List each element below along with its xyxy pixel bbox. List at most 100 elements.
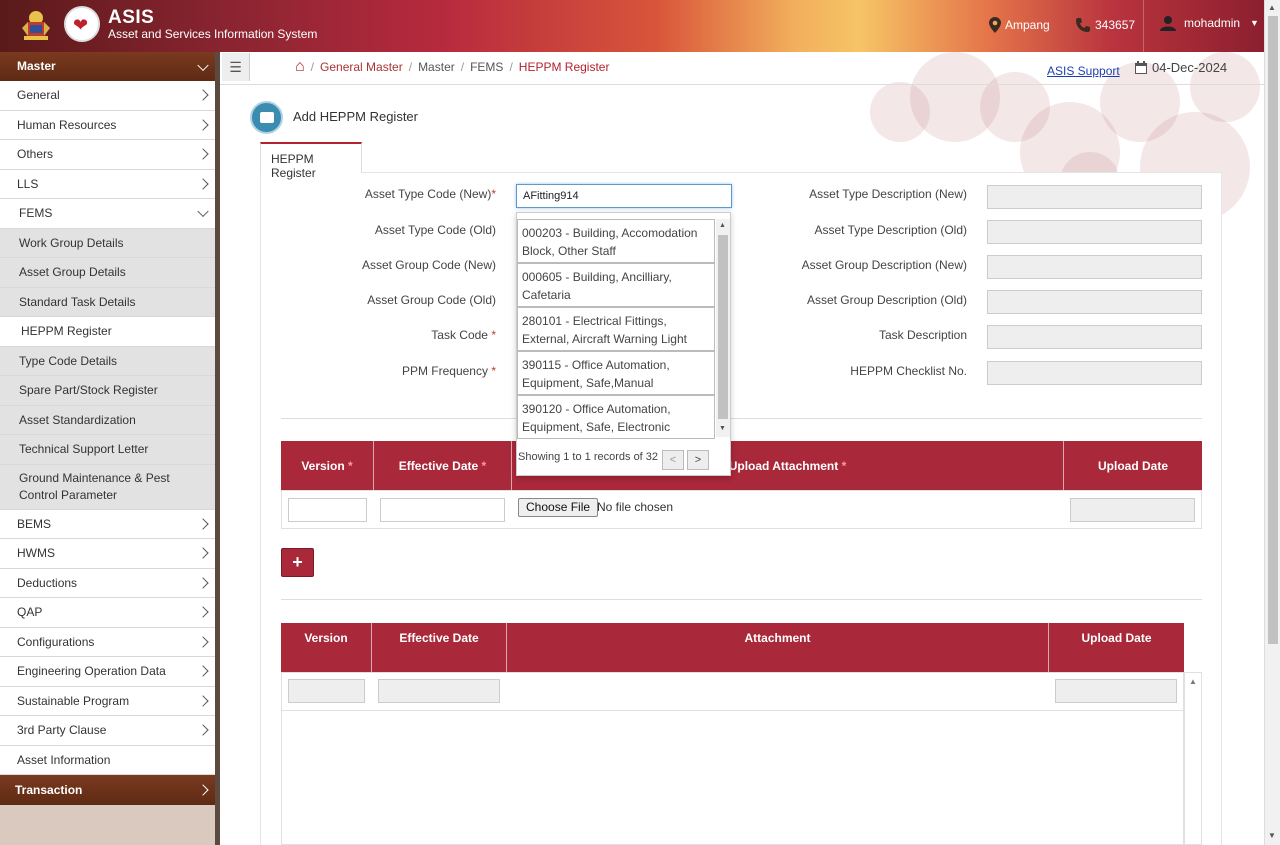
sidebar-item-human-resources[interactable]: Human Resources [0, 110, 219, 140]
brand-title: ASIS [108, 7, 155, 28]
sidebar-subitem-spare-part-stock-register[interactable]: Spare Part/Stock Register [0, 376, 219, 406]
dropdown-option[interactable]: 280101 - Electrical Fittings, External, … [517, 307, 715, 351]
version-input[interactable] [288, 498, 367, 522]
sidebar-item-3rd-party-clause[interactable]: 3rd Party Clause [0, 716, 219, 746]
current-date: 04-Dec-2024 [1134, 60, 1227, 75]
sidebar-subitem-ground-maintenance[interactable]: Ground Maintenance & Pest Control Parame… [0, 464, 219, 510]
asset-group-desc-new-label: Asset Group Description (New) [801, 258, 967, 272]
task-description-field [987, 325, 1202, 349]
sidebar-item-label: Engineering Operation Data [17, 664, 166, 679]
scroll-up-arrow-icon[interactable]: ▲ [719, 222, 726, 229]
tab-heppm-register[interactable]: HEPPM Register [260, 142, 362, 180]
sidebar-section-master[interactable]: Master [0, 52, 219, 81]
dropdown-option[interactable]: 390120 - Office Automation, Equipment, S… [517, 395, 715, 439]
phone-indicator[interactable]: 343657 [1075, 17, 1135, 33]
scroll-down-arrow-icon[interactable]: ▼ [719, 425, 726, 432]
sidebar-subitem-heppm-register[interactable]: HEPPM Register [0, 317, 219, 347]
table2-body [281, 711, 1184, 845]
menu-toggle-button[interactable]: ☰ [222, 53, 250, 81]
sidebar-footer-decoration [0, 805, 219, 845]
sidebar-subitem-label: Standard Task Details [19, 294, 136, 309]
asset-type-code-old-label: Asset Type Code (Old) [374, 223, 496, 237]
username: mohadmin [1184, 16, 1241, 30]
dropdown-option[interactable]: 000203 - Building, Accomodation Block, O… [517, 219, 715, 263]
sidebar-item-general[interactable]: General [0, 81, 219, 111]
ministry-logo: ❤ [64, 6, 100, 42]
sidebar-item-sustainable-program[interactable]: Sustainable Program [0, 686, 219, 716]
dropdown-option[interactable]: 000605 - Building, Ancilliary, Cafetaria [517, 263, 715, 307]
asset-type-desc-new-field [987, 185, 1202, 209]
sidebar-item-fems[interactable]: FEMS [0, 199, 219, 229]
sidebar-item-deductions[interactable]: Deductions [0, 568, 219, 598]
chevron-right-icon [197, 606, 209, 618]
sidebar-section-label: Transaction [15, 783, 83, 797]
table2-scrollbar[interactable]: ▲ [1184, 672, 1202, 845]
chevron-right-icon [197, 119, 209, 131]
location-indicator[interactable]: Ampang [989, 17, 1050, 33]
brand-subtitle: Asset and Services Information System [108, 27, 318, 41]
breadcrumb-master[interactable]: Master [418, 60, 455, 74]
header-divider [1143, 0, 1144, 52]
asis-support-link[interactable]: ASIS Support [1047, 64, 1120, 78]
sidebar-item-others[interactable]: Others [0, 140, 219, 170]
choose-file-button[interactable]: Choose File [518, 498, 599, 517]
chevron-right-icon [197, 784, 209, 796]
chevron-right-icon [197, 665, 209, 677]
asset-type-code-new-label: Asset Type Code (New)* [364, 187, 496, 201]
asset-type-code-new-input[interactable]: AFitting914 [516, 184, 732, 208]
asset-group-desc-new-field [987, 255, 1202, 279]
sidebar-subitem-label: Technical Support Letter [19, 442, 149, 457]
dropdown-scrollbar[interactable]: ▲ ▼ [716, 219, 730, 437]
breadcrumb-general-master[interactable]: General Master [320, 60, 403, 74]
sidebar: Master General Human Resources Others LL… [0, 52, 219, 845]
dropdown-option[interactable]: 390115 - Office Automation, Equipment, S… [517, 351, 715, 395]
sidebar-subitem-standard-task-details[interactable]: Standard Task Details [0, 287, 219, 317]
location-label: Ampang [1005, 18, 1050, 32]
sidebar-item-configurations[interactable]: Configurations [0, 627, 219, 657]
user-menu[interactable]: mohadmin ▼ [1160, 15, 1259, 31]
sidebar-item-hwms[interactable]: HWMS [0, 539, 219, 569]
prev-page-button[interactable]: < [662, 450, 684, 470]
sidebar-item-label: Sustainable Program [17, 693, 130, 708]
sidebar-item-engineering-operation-data[interactable]: Engineering Operation Data [0, 657, 219, 687]
sidebar-subitem-technical-support-letter[interactable]: Technical Support Letter [0, 435, 219, 465]
sidebar-subitem-work-group-details[interactable]: Work Group Details [0, 228, 219, 258]
file-status-text: No file chosen [597, 500, 674, 514]
home-icon[interactable]: ⌂ [295, 59, 305, 75]
caret-down-icon: ▼ [1250, 18, 1259, 28]
sidebar-item-bems[interactable]: BEMS [0, 509, 219, 539]
sidebar-item-label: QAP [17, 605, 43, 620]
next-page-button[interactable]: > [687, 450, 709, 470]
sidebar-border [215, 52, 220, 845]
sidebar-subitem-asset-group-details[interactable]: Asset Group Details [0, 258, 219, 288]
sidebar-item-qap[interactable]: QAP [0, 598, 219, 628]
page-scrollbar-thumb[interactable] [1268, 16, 1278, 644]
sidebar-subitem-label: Spare Part/Stock Register [19, 383, 158, 398]
section-divider [281, 599, 1202, 600]
breadcrumb-fems[interactable]: FEMS [470, 60, 503, 74]
col2-upload-date: Upload Date [1049, 623, 1184, 672]
page-scrollbar[interactable]: ▲ ▼ [1264, 0, 1280, 845]
dropdown-scrollbar-thumb[interactable] [718, 235, 728, 419]
sidebar-section-transaction[interactable]: Transaction [0, 775, 219, 805]
sidebar-subitem-asset-standardization[interactable]: Asset Standardization [0, 405, 219, 435]
chevron-right-icon [197, 695, 209, 707]
asset-group-desc-old-label: Asset Group Description (Old) [806, 293, 967, 307]
chevron-down-icon [197, 205, 209, 218]
chevron-right-icon [197, 148, 209, 160]
col2-effective-date: Effective Date [372, 623, 507, 672]
sidebar-subitem-label: Work Group Details [19, 235, 124, 250]
effective-date-input[interactable] [380, 498, 505, 522]
task-code-label: Task Code * [431, 328, 496, 342]
sidebar-subitem-type-code-details[interactable]: Type Code Details [0, 346, 219, 376]
sidebar-item-asset-information[interactable]: Asset Information [0, 745, 219, 775]
asset-group-code-old-label: Asset Group Code (Old) [367, 293, 496, 307]
sidebar-item-label: Configurations [17, 634, 95, 649]
scroll-down-arrow-icon[interactable]: ▼ [1268, 831, 1276, 840]
sidebar-item-lls[interactable]: LLS [0, 169, 219, 199]
scroll-up-arrow-icon[interactable]: ▲ [1268, 3, 1276, 12]
add-row-button[interactable]: + [281, 548, 314, 577]
chevron-down-icon [197, 59, 209, 71]
breadcrumb: ⌂ / General Master / Master / FEMS / HEP… [295, 58, 610, 75]
scroll-up-arrow-icon[interactable]: ▲ [1189, 677, 1197, 686]
